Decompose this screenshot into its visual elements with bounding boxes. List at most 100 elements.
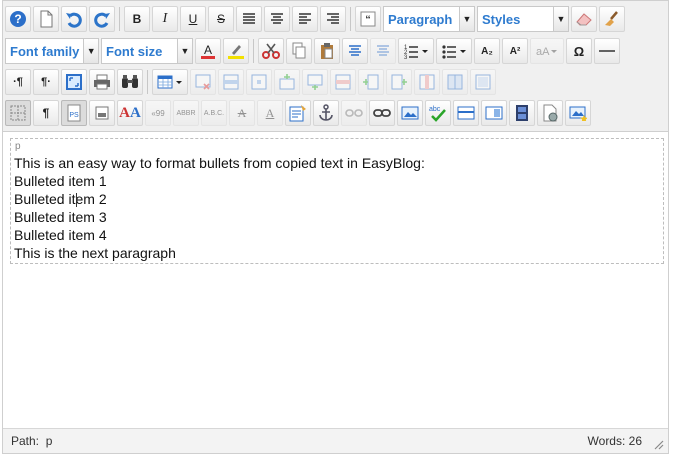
delete-table-button[interactable] — [190, 69, 216, 95]
cite-button[interactable]: «99 — [145, 100, 171, 126]
insert-row-before-button[interactable] — [274, 69, 300, 95]
align-left-icon — [299, 13, 311, 24]
delete-col-button[interactable] — [414, 69, 440, 95]
special-character-button[interactable]: Ω — [566, 38, 592, 64]
undo-icon — [66, 12, 82, 28]
insert-col-after-icon — [391, 74, 407, 90]
font-family-select[interactable]: Font family ▼ — [5, 38, 99, 64]
insert-row-after-button[interactable] — [302, 69, 328, 95]
strikethrough-button[interactable]: S — [208, 6, 234, 32]
bullet-list-icon — [442, 45, 466, 59]
justify-full-button[interactable] — [236, 6, 262, 32]
cut-button[interactable] — [258, 38, 284, 64]
editor-content-area[interactable]: p This is an easy way to format bullets … — [10, 138, 664, 264]
quote-icon: “ — [360, 11, 376, 27]
show-blocks-button[interactable]: ¶ — [33, 100, 59, 126]
document-icon — [40, 10, 53, 28]
bold-button[interactable]: B — [124, 6, 150, 32]
insert-col-after-button[interactable] — [386, 69, 412, 95]
layer-button[interactable] — [481, 100, 507, 126]
status-bar: Path: p Words: 26 — [3, 428, 668, 453]
fullscreen-icon — [66, 74, 82, 90]
table-button[interactable] — [152, 69, 188, 95]
text-color-button[interactable]: A — [195, 38, 221, 64]
delete-row-button[interactable] — [330, 69, 356, 95]
chevron-down-icon: ▼ — [553, 7, 568, 31]
charmap-split-button[interactable]: aA — [530, 38, 564, 64]
ltr-button[interactable]: ·¶ — [5, 69, 31, 95]
align-right-icon — [327, 13, 339, 24]
deletion-button[interactable]: A — [229, 100, 255, 126]
paste-plain-icon: PS — [67, 104, 81, 122]
insert-image-manager-button[interactable] — [565, 100, 591, 126]
blockquote-button[interactable]: “ — [355, 6, 381, 32]
spellcheck-button[interactable]: abc — [425, 100, 451, 126]
paste-word-button[interactable] — [370, 38, 396, 64]
acronym-button[interactable]: A.B.C. — [201, 100, 227, 126]
resize-grip-icon[interactable] — [652, 438, 664, 450]
page-break-button[interactable] — [89, 100, 115, 126]
text-cursor-icon — [76, 193, 77, 207]
paste-text-icon — [349, 45, 361, 56]
path-item[interactable]: p — [46, 434, 53, 448]
styleprops-button[interactable]: AA — [117, 100, 143, 126]
image-button[interactable] — [397, 100, 423, 126]
table-cell-props-button[interactable] — [246, 69, 272, 95]
unlink-button[interactable] — [341, 100, 367, 126]
copy-icon — [292, 42, 306, 59]
paragraph[interactable]: This is an easy way to format bullets fr… — [14, 154, 425, 262]
subscript-button[interactable]: A₂ — [474, 38, 500, 64]
styles-select[interactable]: Styles ▼ — [477, 6, 569, 32]
insert-col-before-button[interactable] — [358, 69, 384, 95]
svg-text:“: “ — [365, 14, 371, 26]
redo-button[interactable] — [89, 6, 115, 32]
horizontal-rule-button[interactable] — [594, 38, 620, 64]
link-button[interactable] — [369, 100, 395, 126]
text-color-icon: A — [201, 43, 215, 59]
template-button[interactable] — [453, 100, 479, 126]
highlight-color-button[interactable] — [223, 38, 249, 64]
toolbar-row-4: ¶ PS AA «99 ABBR A.B.C. A A abc — [5, 99, 593, 127]
split-cells-button[interactable] — [442, 69, 468, 95]
text-line: Bulleted item 4 — [14, 227, 107, 243]
numbered-list-button[interactable]: 123 — [398, 38, 434, 64]
image-manager-icon — [569, 106, 587, 121]
media-button[interactable] — [509, 100, 535, 126]
table-row-props-button[interactable] — [218, 69, 244, 95]
paste-plain-text-button[interactable]: PS — [61, 100, 87, 126]
font-size-select[interactable]: Font size ▼ — [101, 38, 193, 64]
format-select[interactable]: Paragraph ▼ — [383, 6, 475, 32]
anchor-button[interactable] — [313, 100, 339, 126]
merge-cells-button[interactable] — [470, 69, 496, 95]
print-button[interactable] — [89, 69, 115, 95]
help-button[interactable]: ? — [5, 6, 31, 32]
remove-format-button[interactable] — [571, 6, 597, 32]
bullet-list-button[interactable] — [436, 38, 472, 64]
delete-table-icon — [195, 74, 211, 90]
undo-button[interactable] — [61, 6, 87, 32]
align-left-button[interactable] — [292, 6, 318, 32]
rtl-button[interactable]: ¶· — [33, 69, 59, 95]
attributes-button[interactable] — [285, 100, 311, 126]
insert-file-button[interactable] — [537, 100, 563, 126]
superscript-button[interactable]: A² — [502, 38, 528, 64]
abbreviation-button[interactable]: ABBR — [173, 100, 199, 126]
chevron-down-icon: ▼ — [177, 39, 192, 63]
page-break-icon — [95, 106, 109, 120]
image-icon — [401, 106, 419, 120]
underline-button[interactable]: U — [180, 6, 206, 32]
paste-button[interactable] — [314, 38, 340, 64]
align-right-button[interactable] — [320, 6, 346, 32]
align-center-button[interactable] — [264, 6, 290, 32]
cleanup-button[interactable] — [599, 6, 625, 32]
fullscreen-button[interactable] — [61, 69, 87, 95]
copy-button[interactable] — [286, 38, 312, 64]
italic-button[interactable]: I — [152, 6, 178, 32]
insertion-button[interactable]: A — [257, 100, 283, 126]
insert-row-after-icon — [307, 74, 323, 90]
font-size-select-value: Font size — [106, 43, 163, 59]
paste-text-button[interactable] — [342, 38, 368, 64]
visual-aid-button[interactable] — [5, 100, 31, 126]
search-replace-button[interactable] — [117, 69, 143, 95]
new-document-button[interactable] — [33, 6, 59, 32]
